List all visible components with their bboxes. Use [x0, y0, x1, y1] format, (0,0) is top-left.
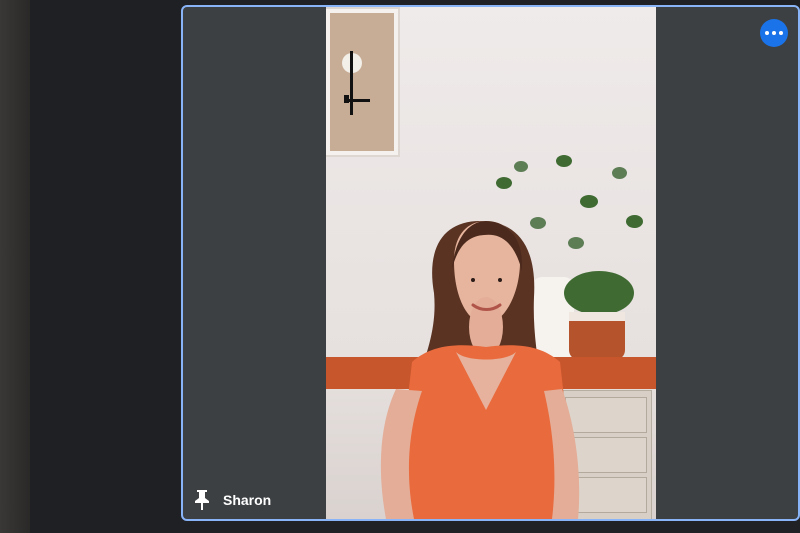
more-options-button[interactable] — [760, 19, 788, 47]
participant-person — [380, 221, 580, 519]
adjacent-tile-edge — [0, 0, 30, 533]
participant-tile[interactable]: Sharon — [181, 5, 800, 521]
participant-video — [326, 7, 656, 519]
sidebar-gap — [30, 0, 180, 533]
participant-name: Sharon — [223, 492, 272, 508]
more-options-icon — [765, 31, 783, 35]
participant-name-area: Sharon — [193, 489, 271, 511]
pin-icon[interactable] — [193, 489, 211, 511]
